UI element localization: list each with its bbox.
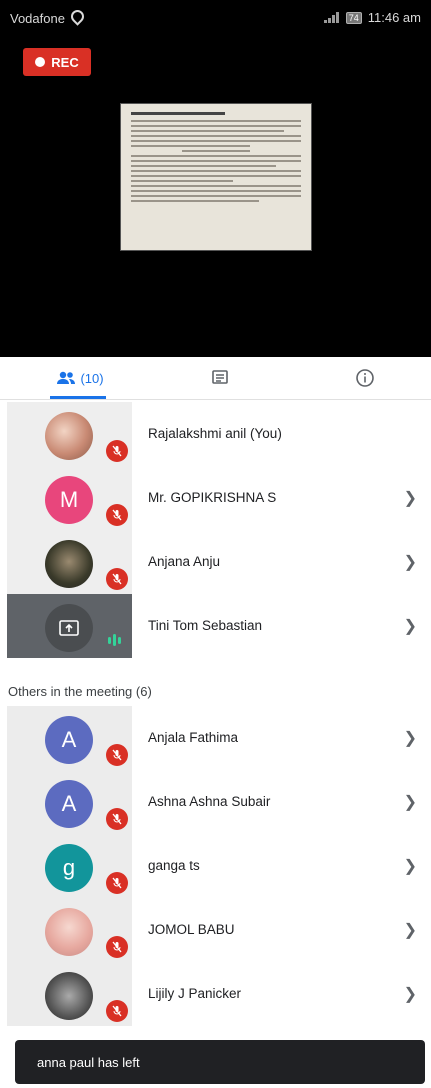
participant-row[interactable]: A Ashna Ashna Subair ❯: [0, 770, 431, 834]
chevron-right-icon[interactable]: ❯: [404, 856, 417, 876]
participant-name: Anjala Fathima: [148, 730, 239, 745]
avatar: [45, 540, 93, 588]
participant-row[interactable]: JOMOL BABU ❯: [0, 898, 431, 962]
participant-name: Rajalakshmi anil (You): [148, 426, 282, 441]
signal-icon: [323, 12, 340, 23]
participant-row[interactable]: Lijily J Panicker ❯: [0, 962, 431, 1026]
mic-off-icon: [106, 504, 128, 526]
mic-off-icon: [106, 936, 128, 958]
avatar: [45, 908, 93, 956]
avatar: A: [45, 716, 93, 764]
clock: 11:46 am: [367, 10, 421, 25]
mic-off-icon: [106, 744, 128, 766]
tab-chat[interactable]: [205, 357, 235, 399]
participant-name: JOMOL BABU: [148, 922, 235, 937]
chevron-right-icon[interactable]: ❯: [404, 984, 417, 1004]
chat-icon: [212, 370, 228, 384]
avatar: g: [45, 844, 93, 892]
avatar: A: [45, 780, 93, 828]
toast-message: anna paul has left: [37, 1054, 140, 1070]
participant-name: ganga ts: [148, 858, 200, 873]
chevron-right-icon[interactable]: ❯: [404, 616, 417, 636]
record-dot-icon: [35, 57, 46, 67]
mic-off-icon: [106, 1000, 128, 1022]
carrier-label: Vodafone: [10, 7, 87, 26]
participant-row[interactable]: g ganga ts ❯: [0, 834, 431, 898]
battery-icon: 74: [345, 11, 362, 24]
chevron-right-icon[interactable]: ❯: [404, 920, 417, 940]
mic-off-icon: [106, 872, 128, 894]
location-icon: [68, 7, 87, 26]
chevron-right-icon[interactable]: ❯: [404, 728, 417, 748]
mic-off-icon: [106, 568, 128, 590]
participant-row[interactable]: Tini Tom Sebastian ❯: [0, 594, 431, 658]
chevron-right-icon[interactable]: ❯: [404, 792, 417, 812]
tab-divider: [0, 399, 431, 400]
tab-bar: (10): [0, 357, 431, 399]
people-icon: [57, 371, 76, 384]
participant-name: Lijily J Panicker: [148, 986, 242, 1001]
participant-row[interactable]: Anjana Anju ❯: [0, 530, 431, 594]
avatar: [45, 972, 93, 1020]
speaking-indicator-icon: [108, 634, 121, 646]
recording-badge: REC: [23, 48, 91, 76]
mic-off-icon: [106, 808, 128, 830]
shared-screen-document: [121, 104, 311, 250]
tab-info[interactable]: [350, 357, 380, 399]
others-section-title: Others in the meeting (6): [8, 684, 152, 699]
info-icon: [356, 369, 374, 387]
participant-name: Ashna Ashna Subair: [148, 794, 271, 809]
present-screen-icon: [45, 604, 93, 652]
participant-row[interactable]: A Anjala Fathima ❯: [0, 706, 431, 770]
video-stage: Vodafone 74 11:46 am REC: [0, 0, 431, 357]
participant-row[interactable]: M Mr. GOPIKRISHNA S ❯: [0, 466, 431, 530]
chevron-right-icon[interactable]: ❯: [404, 488, 417, 508]
status-bar: Vodafone 74 11:46 am: [0, 0, 431, 34]
participant-name: Tini Tom Sebastian: [148, 618, 263, 633]
tab-people[interactable]: (10): [50, 357, 110, 399]
chevron-right-icon[interactable]: ❯: [404, 552, 417, 572]
mic-off-icon: [106, 440, 128, 462]
avatar: [45, 412, 93, 460]
avatar: M: [45, 476, 93, 524]
people-count: (10): [80, 370, 104, 386]
participant-name: Mr. GOPIKRISHNA S: [148, 490, 277, 505]
snackbar-toast: anna paul has left: [15, 1040, 425, 1084]
participant-name: Anjana Anju: [148, 554, 221, 569]
participant-row[interactable]: Rajalakshmi anil (You): [0, 402, 431, 466]
